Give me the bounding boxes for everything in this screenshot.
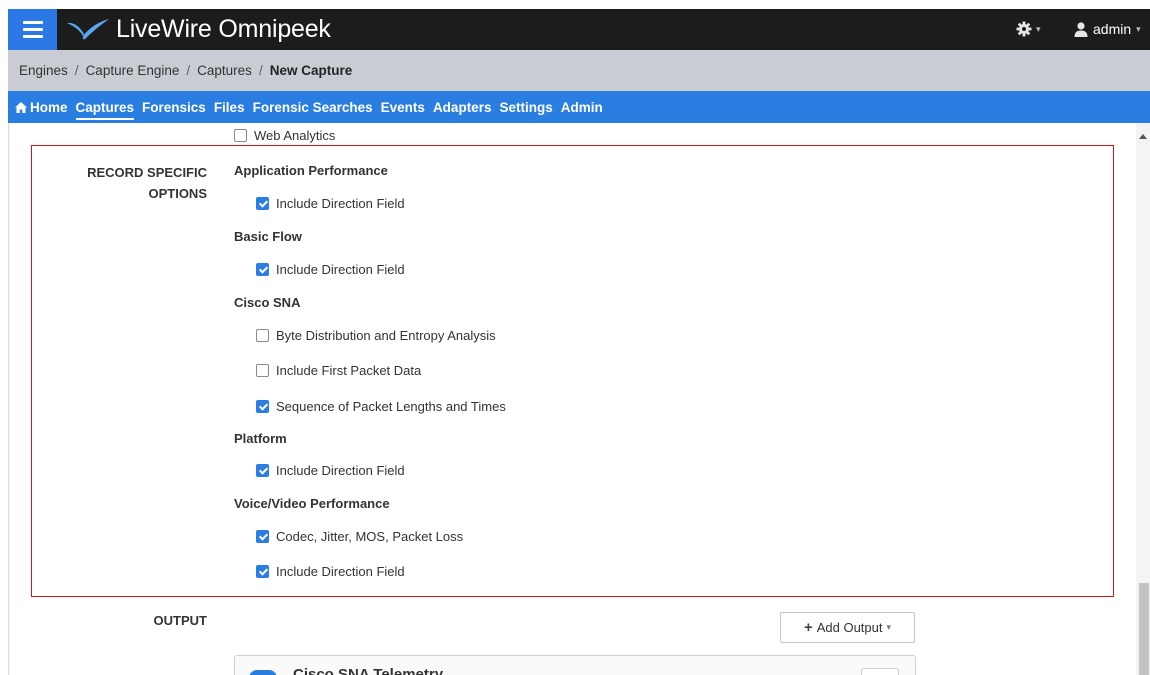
chevron-down-icon: ▾ <box>1036 23 1041 34</box>
highlight-annotation-box <box>31 145 1114 597</box>
nav-files[interactable]: Files <box>214 91 245 123</box>
livewire-logo-icon <box>67 19 109 40</box>
breadcrumb: Engines / Capture Engine / Captures / Ne… <box>8 50 1150 91</box>
breadcrumb-separator: / <box>186 63 191 78</box>
nav-captures[interactable]: Captures <box>75 91 134 123</box>
vertical-scrollbar[interactable] <box>1136 123 1150 675</box>
chevron-down-icon: ▾ <box>886 622 892 632</box>
menu-icon-line <box>22 21 43 24</box>
breadcrumb-separator: / <box>258 63 263 78</box>
user-menu[interactable]: admin ▾ <box>1074 21 1141 37</box>
gear-icon <box>1016 21 1032 37</box>
add-output-button[interactable]: + Add Output ▾ <box>780 612 915 643</box>
nav-home[interactable]: Home <box>15 91 68 123</box>
nav-adapters[interactable]: Adapters <box>433 91 492 123</box>
option-label: Web Analytics <box>254 128 336 143</box>
app-title: LiveWire Omnipeek <box>116 15 331 43</box>
plus-icon: + <box>803 619 813 636</box>
breadcrumb-engines[interactable]: Engines <box>19 63 68 78</box>
breadcrumb-current: New Capture <box>269 63 353 78</box>
output-label: OUTPUT <box>153 613 207 628</box>
chevron-down-icon: ▾ <box>1136 23 1141 34</box>
user-icon <box>1074 21 1088 37</box>
checkbox[interactable] <box>234 129 247 142</box>
settings-menu[interactable]: ▾ <box>1016 21 1041 37</box>
output-card: Cisco SNA Telemetry <box>234 655 916 675</box>
breadcrumb-separator: / <box>74 63 79 78</box>
nav-settings[interactable]: Settings <box>499 91 552 123</box>
top-bar: LiveWire Omnipeek ▾ admin ▾ <box>8 9 1150 50</box>
scroll-up-arrow-icon[interactable] <box>1139 134 1147 139</box>
content-left-edge <box>8 123 10 675</box>
main-nav: Home Captures Forensics Files Forensic S… <box>8 91 1150 123</box>
menu-icon-line <box>22 28 43 31</box>
breadcrumb-captures[interactable]: Captures <box>197 63 252 78</box>
breadcrumb-capture-engine[interactable]: Capture Engine <box>86 63 180 78</box>
scrollbar-thumb[interactable] <box>1139 583 1149 675</box>
nav-events[interactable]: Events <box>381 91 425 123</box>
menu-icon-line <box>22 35 43 38</box>
nav-admin[interactable]: Admin <box>561 91 603 123</box>
nav-home-label: Home <box>30 99 68 115</box>
user-name: admin <box>1093 21 1132 37</box>
home-icon <box>15 101 27 113</box>
output-card-menu-button[interactable] <box>861 668 899 675</box>
hamburger-menu-button[interactable] <box>8 9 57 50</box>
nav-forensic-searches[interactable]: Forensic Searches <box>253 91 373 123</box>
option-web-analytics[interactable]: Web Analytics <box>234 128 335 143</box>
output-card-title: Cisco SNA Telemetry <box>293 666 444 675</box>
nav-forensics[interactable]: Forensics <box>142 91 206 123</box>
add-output-label: Add Output <box>816 620 883 635</box>
output-enabled-toggle[interactable] <box>249 670 277 675</box>
